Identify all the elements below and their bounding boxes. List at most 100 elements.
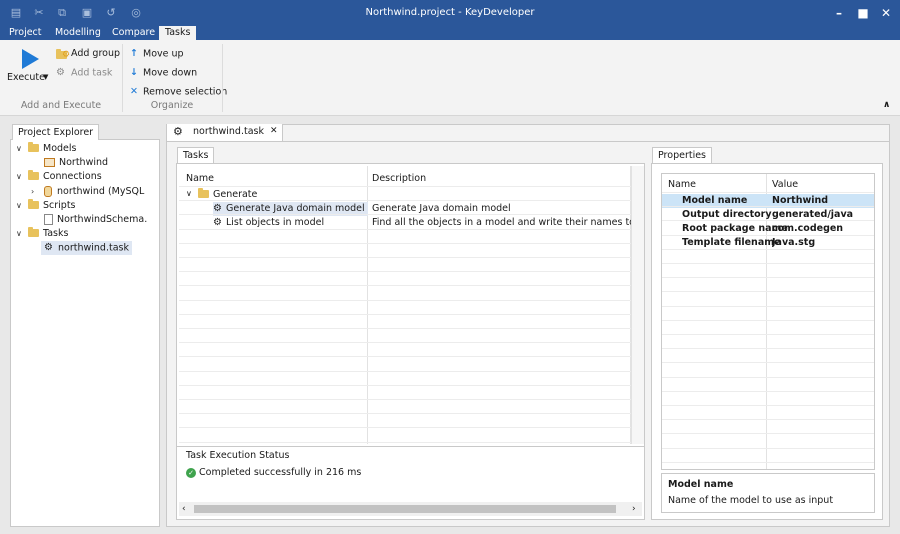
props-column-header-name[interactable]: Name [668, 178, 696, 192]
move-down-button[interactable]: ↓ Move down [130, 65, 197, 81]
grid-row-line [179, 186, 631, 187]
folder-icon [28, 199, 39, 209]
paste-icon[interactable]: ▣ [80, 6, 94, 20]
arrow-down-icon: ↓ [130, 67, 138, 78]
gear-icon: ⚙ [56, 67, 65, 78]
tab-tasks[interactable]: Tasks [159, 26, 197, 40]
remove-selection-button[interactable]: ✕ Remove selection [130, 84, 227, 100]
tasks-panel: Name Description ∨ Generate ⚙ Generate Ja… [176, 163, 645, 520]
column-header-description[interactable]: Description [372, 172, 426, 186]
folder-icon [28, 227, 39, 237]
group-label-add-execute: Add and Execute [20, 100, 102, 111]
doc-tab-northwind-task[interactable]: ⚙ northwind.task ✕ [167, 124, 283, 141]
column-header-name[interactable]: Name [186, 172, 214, 186]
splitter[interactable] [177, 446, 644, 447]
grid-row-line [662, 390, 874, 392]
collapse-ribbon-icon[interactable]: ∧ [883, 100, 890, 110]
cut-icon[interactable]: ✂ [32, 6, 46, 20]
close-tab-icon[interactable]: ✕ [270, 126, 278, 136]
undo-icon[interactable]: ↺ [104, 6, 118, 20]
grid-row-line [662, 305, 874, 307]
database-icon [44, 186, 52, 197]
dropdown-arrow-icon: ▼ [43, 73, 49, 81]
status-title: Task Execution Status [186, 450, 290, 461]
grid-row-line [662, 206, 874, 208]
grid-row-line [662, 334, 874, 335]
grid-row-line [179, 271, 631, 273]
play-icon [22, 49, 39, 69]
move-up-button[interactable]: ↑ Move up [130, 46, 184, 62]
tree-node-models[interactable]: Models [28, 142, 76, 156]
chevron-right-icon[interactable]: › [31, 185, 34, 199]
folder-icon [198, 188, 209, 198]
copy-icon[interactable]: ⧉ [55, 6, 69, 20]
horizontal-scrollbar[interactable]: ‹ › [179, 502, 642, 516]
tree-node-connection[interactable]: northwind (MySQL [44, 185, 144, 199]
grid-row-line [179, 313, 631, 315]
ribbon: Execute ▼ ⚙ Add group ⚙ Add task Add and … [0, 40, 900, 116]
add-group-icon: ⚙ [56, 48, 70, 60]
grid-row-line [179, 384, 631, 386]
chevron-down-icon[interactable]: ∨ [16, 199, 22, 213]
vertical-scrollbar[interactable] [631, 166, 644, 444]
tab-project[interactable]: Project [7, 26, 44, 40]
gear-icon: ⚙ [213, 203, 222, 214]
tree-node-connections[interactable]: Connections [28, 170, 102, 184]
grid-row-line [179, 299, 631, 301]
grid-row-line [662, 447, 874, 449]
grid-row-line [179, 356, 631, 358]
grid-row-line [662, 248, 874, 250]
add-task-button[interactable]: ⚙ Add task [56, 65, 112, 81]
chevron-down-icon[interactable]: ∨ [186, 189, 192, 198]
scrollbar-thumb[interactable] [194, 505, 616, 513]
status-line: ✓ Completed successfully in 216 ms [186, 467, 361, 478]
help-title: Model name [668, 479, 734, 490]
chevron-down-icon[interactable]: ∨ [16, 170, 22, 184]
chat-icon[interactable]: ◎ [129, 6, 143, 20]
grid-row-line [179, 413, 631, 415]
tree-node-northwind-model[interactable]: Northwind [44, 156, 108, 170]
close-window-button[interactable]: ✕ [873, 0, 899, 26]
properties-panel: Name Value Model name Northwind Output d… [651, 163, 883, 520]
grid-row-line [179, 200, 631, 202]
tab-tasks-panel[interactable]: Tasks [177, 147, 215, 163]
tab-modelling[interactable]: Modelling [53, 26, 103, 40]
tree-node-tasks[interactable]: Tasks [28, 227, 68, 241]
tab-properties[interactable]: Properties [652, 147, 713, 163]
tab-compare[interactable]: Compare [110, 26, 157, 40]
execute-button[interactable]: Execute ▼ [5, 46, 51, 88]
property-help-box: Model name Name of the model to use as i… [661, 473, 875, 513]
grid-row-line [662, 348, 874, 350]
grid-row-line [662, 419, 874, 421]
grid-row-line [179, 370, 631, 372]
chevron-down-icon[interactable]: ∨ [16, 227, 22, 241]
properties-grid: Name Value Model name Northwind Output d… [661, 173, 875, 470]
execute-label: Execute [7, 72, 45, 83]
tab-divider [167, 141, 889, 142]
tree-node-task-file[interactable]: ⚙ northwind.task [41, 241, 132, 255]
grid-row-line [662, 461, 874, 463]
tasks-grid: Name Description ∨ Generate ⚙ Generate Ja… [179, 166, 631, 444]
grid-row-line [662, 277, 874, 279]
grid-row-line [179, 285, 631, 287]
check-icon: ✓ [186, 467, 196, 478]
grid-row-line [662, 319, 874, 321]
chevron-down-icon[interactable]: ∨ [16, 142, 22, 156]
scroll-right-icon[interactable]: › [632, 502, 636, 516]
tree-node-scripts[interactable]: Scripts [28, 199, 76, 213]
folder-icon [28, 142, 39, 152]
save-icon[interactable]: ▤ [9, 6, 23, 20]
add-group-button[interactable]: ⚙ Add group [56, 46, 120, 62]
grid-row-line [179, 399, 631, 400]
grid-row-line [179, 342, 631, 344]
scroll-left-icon[interactable]: ‹ [182, 502, 186, 516]
props-column-header-value[interactable]: Value [772, 178, 798, 192]
tab-project-explorer[interactable]: Project Explorer [12, 124, 100, 140]
minimize-button[interactable]: – [826, 0, 852, 26]
arrow-up-icon: ↑ [130, 48, 138, 59]
folder-icon [28, 170, 39, 180]
grid-row-line [662, 433, 874, 435]
gear-icon: ⚙ [213, 217, 222, 228]
grid-row-line [662, 234, 874, 236]
tree-node-script[interactable]: NorthwindSchema. [44, 213, 147, 227]
